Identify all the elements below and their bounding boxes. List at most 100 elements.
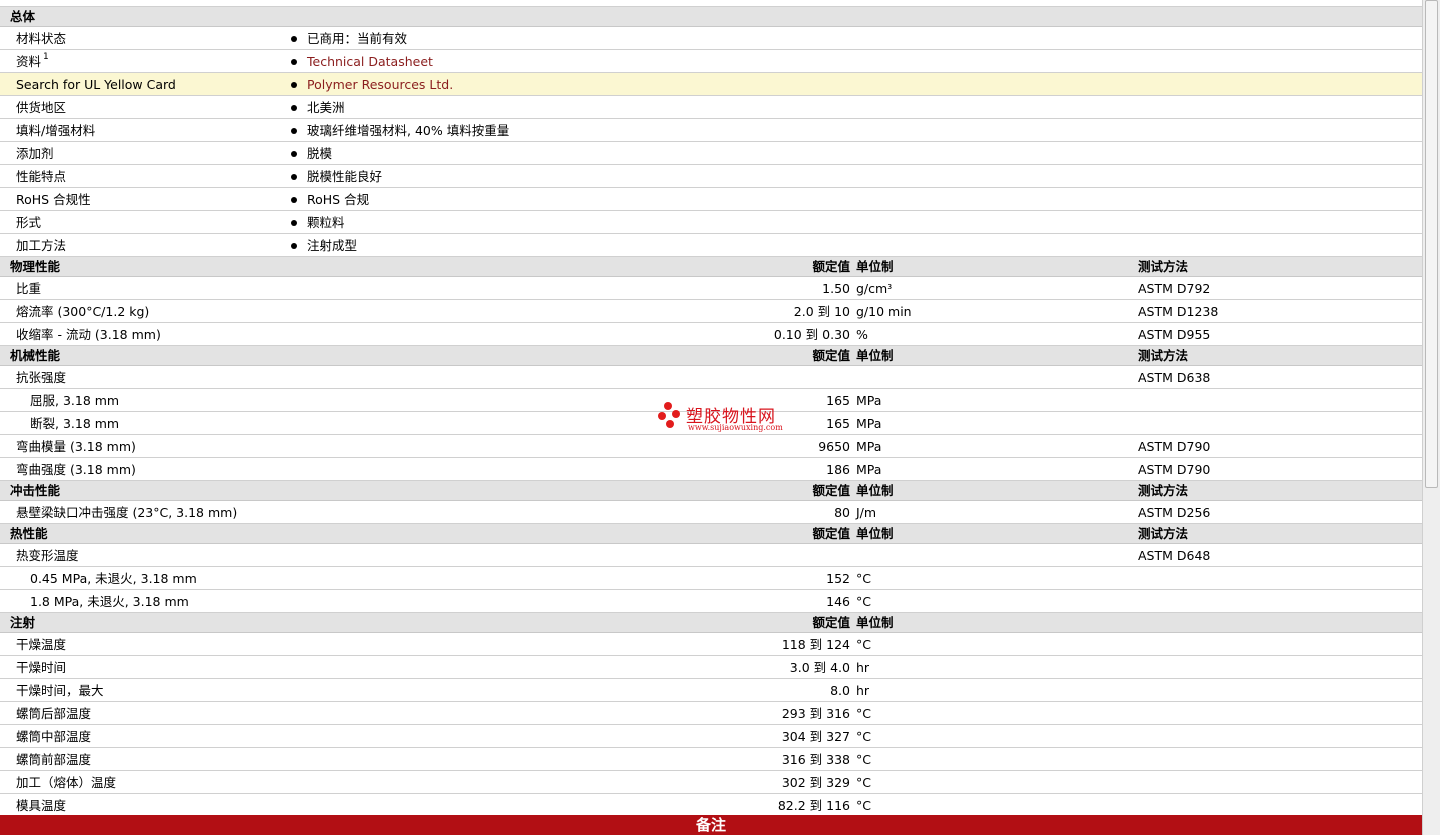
row-value: 0.10 到 0.30 (773, 327, 850, 342)
row-label: 屈服, 3.18 mm (30, 389, 119, 412)
column-header-value: 额定值 (812, 259, 850, 274)
row-label: 收缩率 - 流动 (3.18 mm) (16, 323, 161, 346)
row-label-text: 收缩率 - 流动 (3.18 mm) (16, 327, 161, 342)
section-title: 热性能 (10, 526, 48, 541)
row-unit: °C (856, 729, 871, 744)
table-row: 螺筒中部温度 304 到 327 °C (0, 725, 1422, 748)
row-test-method: ASTM D256 (1138, 505, 1211, 520)
row-label-text: 螺筒前部温度 (16, 752, 92, 767)
row-unit: hr (856, 660, 870, 675)
row-value: 玻璃纤维增强材料, 40% 填料按重量 (307, 123, 510, 138)
column-header-unit: 单位制 (856, 526, 894, 541)
row-label-text: 0.45 MPa, 未退火, 3.18 mm (30, 571, 197, 586)
row-label-text: 1.8 MPa, 未退火, 3.18 mm (30, 594, 189, 609)
row-unit: hr (856, 683, 870, 698)
row-label: 弯曲强度 (3.18 mm) (16, 458, 136, 481)
section-header: 注射 额定值 单位制 (0, 613, 1422, 633)
row-label-text: RoHS 合规性 (16, 192, 91, 207)
row-label-text: 添加剂 (16, 146, 54, 161)
row-value: 304 到 327 (781, 729, 850, 744)
row-label: 加工（熔体）温度 (16, 771, 116, 794)
row-label: 干燥时间，最大 (16, 679, 104, 702)
row-label-text: 填料/增强材料 (16, 123, 96, 138)
row-label: 加工方法 (16, 234, 66, 257)
row-label: 热变形温度 (16, 544, 79, 567)
row-value: RoHS 合规 (307, 192, 370, 207)
row-test-method: ASTM D648 (1138, 548, 1211, 563)
row-unit: g/10 min (856, 304, 912, 319)
section-header: 冲击性能 额定值 单位制 测试方法 (0, 481, 1422, 501)
row-label: 添加剂 (16, 142, 54, 165)
row-label: 干燥时间 (16, 656, 66, 679)
bullet-icon (291, 105, 297, 111)
table-row: 供货地区 北美洲 (0, 96, 1422, 119)
table-row: 熔流率 (300°C/1.2 kg) 2.0 到 10 g/10 min ASTM D… (0, 300, 1422, 323)
row-unit: g/cm³ (856, 281, 893, 296)
row-label[interactable]: Search for UL Yellow Card (16, 73, 176, 96)
row-label: 形式 (16, 211, 41, 234)
scrollbar-thumb[interactable] (1425, 0, 1438, 488)
vertical-scrollbar[interactable] (1422, 0, 1440, 835)
row-label-text: 屈服, 3.18 mm (30, 393, 120, 408)
bullet-icon (291, 243, 297, 249)
table-row: 弯曲模量 (3.18 mm) 9650 MPa ASTM D790 (0, 435, 1422, 458)
section-title: 机械性能 (10, 348, 61, 363)
watermark-logo: 塑胶物性网 www.sujiaowuxing.com (658, 402, 798, 436)
row-label: 0.45 MPa, 未退火, 3.18 mm (30, 567, 197, 590)
row-label: 材料状态 (16, 27, 66, 50)
table-row: 弯曲强度 (3.18 mm) 186 MPa ASTM D790 (0, 458, 1422, 481)
row-value: 118 到 124 (781, 637, 850, 652)
row-label-text: 资料 (16, 54, 42, 69)
column-header-value: 额定值 (812, 348, 850, 363)
row-label-text: 热变形温度 (16, 548, 79, 563)
table-row: 形式 颗粒料 (0, 211, 1422, 234)
row-value: 8.0 (830, 683, 850, 698)
row-label-text: 比重 (16, 281, 42, 296)
row-label-text: 熔流率 (300°C/1.2 kg) (16, 304, 150, 319)
section-header: 机械性能 额定值 单位制 测试方法 (0, 346, 1422, 366)
row-value: 293 到 316 (781, 706, 850, 721)
row-unit: °C (856, 571, 871, 586)
row-label-text: 性能特点 (16, 169, 67, 184)
row-value: 80 (834, 505, 850, 520)
row-label: 填料/增强材料 (16, 119, 95, 142)
value-link[interactable]: Polymer Resources Ltd. (307, 73, 453, 96)
row-label-text: 干燥时间 (16, 660, 67, 675)
row-label: 螺筒前部温度 (16, 748, 91, 771)
row-label-text: 材料状态 (16, 31, 67, 46)
row-value: 脱模 (307, 146, 333, 161)
table-row: 悬壁梁缺口冲击强度 (23°C, 3.18 mm) 80 J/m ASTM D256 (0, 501, 1422, 524)
row-value: 186 (826, 462, 850, 477)
row-label-text: 供货地区 (16, 100, 67, 115)
row-value: 3.0 到 4.0 (789, 660, 850, 675)
watermark-url: www.sujiaowuxing.com (688, 423, 783, 432)
table-row: 干燥时间，最大 8.0 hr (0, 679, 1422, 702)
table-row: 资料 1 Technical Datasheet (0, 50, 1422, 73)
section-title: 物理性能 (10, 259, 61, 274)
row-value: 152 (826, 571, 850, 586)
column-header-test-method: 测试方法 (1138, 526, 1189, 541)
row-label-text[interactable]: Search for UL Yellow Card (16, 77, 176, 92)
row-value: 302 到 329 (781, 775, 850, 790)
table-row: 螺筒后部温度 293 到 316 °C (0, 702, 1422, 725)
bullet-icon (291, 197, 297, 203)
bullet-icon (291, 128, 297, 134)
row-label-text: 干燥时间，最大 (16, 683, 104, 698)
column-header-value: 额定值 (812, 526, 850, 541)
row-unit: °C (856, 594, 871, 609)
row-label: 抗张强度 (16, 366, 66, 389)
column-header-unit: 单位制 (856, 259, 894, 274)
table-top-edge (0, 0, 1422, 7)
row-value: 北美洲 (307, 100, 345, 115)
table-row: 螺筒前部温度 316 到 338 °C (0, 748, 1422, 771)
value-link[interactable]: Technical Datasheet (307, 50, 433, 73)
row-label: 螺筒中部温度 (16, 725, 91, 748)
row-value: 1.50 (822, 281, 850, 296)
row-unit: MPa (856, 439, 882, 454)
row-label: 1.8 MPa, 未退火, 3.18 mm (30, 590, 189, 613)
bullet-icon (291, 36, 297, 42)
row-unit: MPa (856, 416, 882, 431)
row-label: RoHS 合规性 (16, 188, 91, 211)
column-header-unit: 单位制 (856, 615, 894, 630)
row-unit: °C (856, 706, 871, 721)
